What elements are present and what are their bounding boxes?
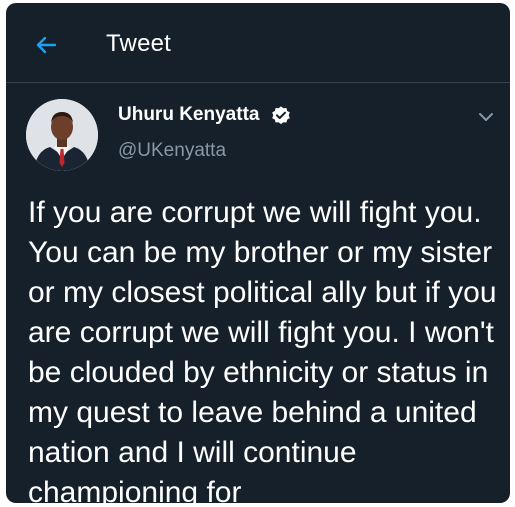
tweet-text: If you are corrupt we will fight you. Yo…: [28, 196, 497, 503]
back-button[interactable]: [32, 31, 60, 59]
author-handle[interactable]: @UKenyatta: [118, 140, 226, 162]
profile-photo: [26, 99, 98, 171]
arrow-left-icon: [36, 36, 57, 54]
author-name[interactable]: Uhuru Kenyatta: [118, 104, 259, 126]
avatar[interactable]: [26, 99, 98, 171]
top-bar: Tweet: [6, 3, 510, 83]
tweet-screen: Tweet Uhuru Kenyatta @UKenyatta If you a…: [6, 3, 510, 503]
chevron-down-icon: [479, 113, 493, 121]
verified-badge-icon: [272, 106, 290, 125]
more-options-button[interactable]: [474, 107, 498, 127]
page-title: Tweet: [106, 30, 172, 57]
